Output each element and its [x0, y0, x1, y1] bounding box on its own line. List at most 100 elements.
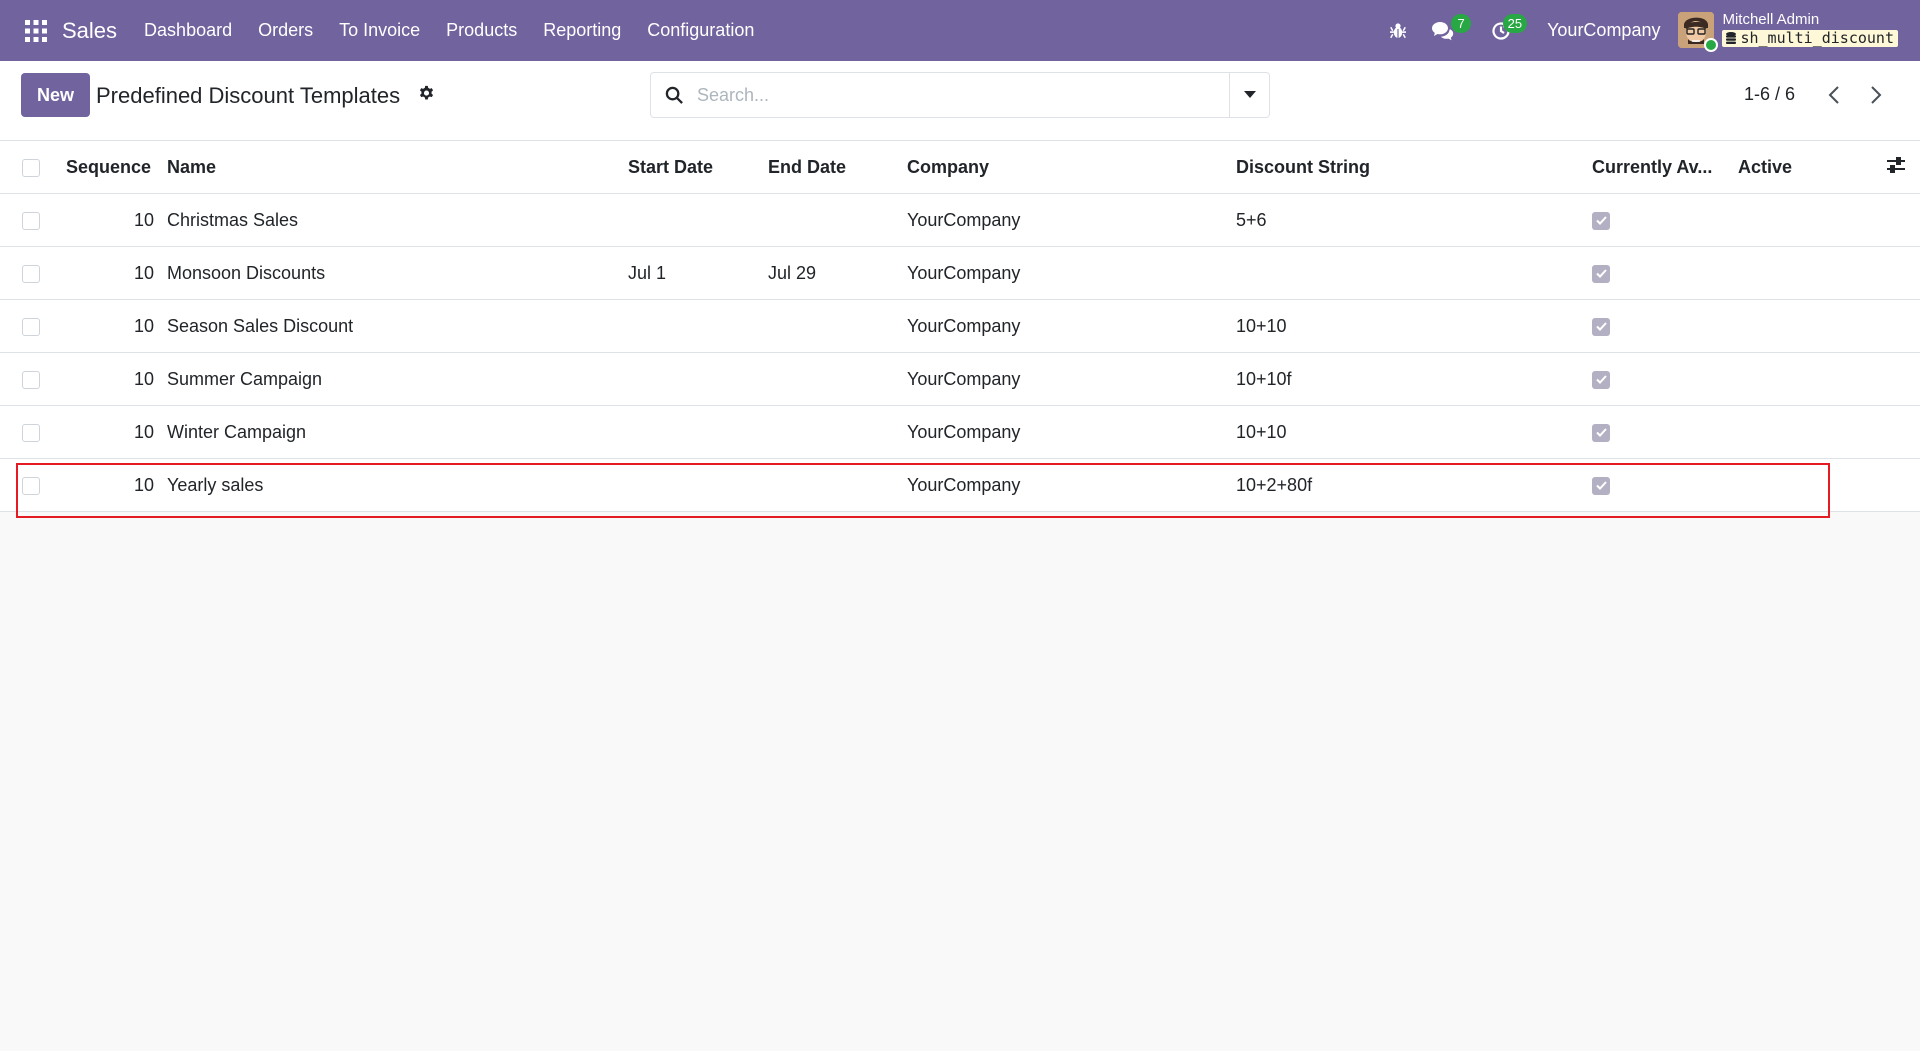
row-name: Winter Campaign	[167, 422, 307, 442]
table-row[interactable]: 10 Winter Campaign YourCompany 10+10	[0, 406, 1920, 459]
table-header: Sequence Name Start Date End Date Compan…	[0, 141, 1920, 194]
column-header-end-date[interactable]: End Date	[768, 141, 846, 194]
row-name: Christmas Sales	[167, 210, 299, 230]
app-name[interactable]: Sales	[62, 18, 117, 44]
check-icon	[1595, 428, 1607, 437]
column-header-sequence[interactable]: Sequence	[66, 141, 151, 194]
optional-columns-icon[interactable]	[1886, 156, 1906, 179]
search-bar	[650, 72, 1270, 118]
menu-products[interactable]: Products	[433, 0, 530, 61]
menu-dashboard[interactable]: Dashboard	[131, 0, 245, 61]
row-select-checkbox[interactable]	[22, 194, 40, 247]
row-discount-string: 10+10	[1236, 422, 1287, 442]
online-status-dot	[1704, 38, 1719, 53]
select-all-checkbox[interactable]	[22, 141, 40, 194]
activities-count-badge: 25	[1502, 14, 1528, 33]
activity-clock-icon[interactable]: 25	[1481, 0, 1528, 61]
table-row[interactable]: 10 Season Sales Discount YourCompany 10+…	[0, 300, 1920, 353]
apps-grid-icon[interactable]	[23, 18, 49, 44]
row-name: Yearly sales	[167, 475, 264, 495]
row-select-checkbox[interactable]	[22, 300, 40, 353]
menu-configuration[interactable]: Configuration	[634, 0, 767, 61]
row-sequence: 10	[133, 475, 154, 495]
row-currently-available-checkbox	[1592, 459, 1610, 512]
user-avatar	[1678, 12, 1719, 53]
user-menu[interactable]: Mitchell Admin sh_multi_discount	[1678, 12, 1898, 53]
page-title: Predefined Discount Templates	[96, 83, 401, 108]
column-header-name[interactable]: Name	[167, 141, 216, 194]
row-name: Monsoon Discounts	[167, 263, 326, 283]
row-currently-available-checkbox	[1592, 194, 1610, 247]
row-sequence: 10	[133, 210, 154, 230]
row-start-date: Jul 1	[628, 263, 667, 283]
check-icon	[1595, 216, 1607, 225]
row-company: YourCompany	[907, 422, 1021, 442]
database-badge: sh_multi_discount	[1722, 28, 1898, 48]
top-navbar: Sales Dashboard Orders To Invoice Produc…	[0, 0, 1920, 61]
row-select-checkbox[interactable]	[22, 247, 40, 300]
check-icon	[1595, 481, 1607, 490]
row-company: YourCompany	[907, 210, 1021, 230]
column-header-active[interactable]: Active	[1738, 141, 1792, 194]
menu-reporting[interactable]: Reporting	[530, 0, 634, 61]
check-icon	[1595, 269, 1607, 278]
pager-next-button[interactable]	[1864, 81, 1888, 109]
systray: 7 25 YourCompany Mitchell Admin sh_multi…	[1379, 0, 1920, 61]
table-row[interactable]: 10 Yearly sales YourCompany 10+2+80f	[0, 459, 1920, 512]
table-row[interactable]: 10 Monsoon Discounts Jul 1 Jul 29 YourCo…	[0, 247, 1920, 300]
row-company: YourCompany	[907, 263, 1021, 283]
list-view: Sequence Name Start Date End Date Compan…	[0, 141, 1920, 512]
user-name: Mitchell Admin	[1722, 10, 1820, 28]
row-company: YourCompany	[907, 369, 1021, 389]
column-header-currently-available[interactable]: Currently Av...	[1592, 141, 1712, 194]
row-currently-available-checkbox	[1592, 406, 1610, 459]
row-discount-string: 5+6	[1236, 210, 1267, 230]
column-header-discount-string[interactable]: Discount String	[1236, 141, 1370, 194]
row-currently-available-checkbox	[1592, 247, 1610, 300]
row-currently-available-checkbox	[1592, 300, 1610, 353]
row-discount-string: 10+2+80f	[1236, 475, 1313, 495]
row-sequence: 10	[133, 316, 154, 336]
search-options-toggle[interactable]	[1229, 73, 1269, 117]
pager-previous-button[interactable]	[1822, 81, 1846, 109]
row-name: Summer Campaign	[167, 369, 323, 389]
database-icon	[1726, 32, 1737, 45]
table-row[interactable]: 10 Summer Campaign YourCompany 10+10f	[0, 353, 1920, 406]
pager-value[interactable]: 1-6 / 6	[1744, 84, 1795, 105]
database-name: sh_multi_discount	[1740, 28, 1894, 47]
chevron-left-icon	[1828, 86, 1839, 104]
row-sequence: 10	[133, 422, 154, 442]
row-select-checkbox[interactable]	[22, 459, 40, 512]
row-discount-string: 10+10f	[1236, 369, 1292, 389]
gear-icon[interactable]	[418, 85, 435, 107]
menu-to-invoice[interactable]: To Invoice	[326, 0, 433, 61]
row-name: Season Sales Discount	[167, 316, 354, 336]
table-row[interactable]: 10 Christmas Sales YourCompany 5+6	[0, 194, 1920, 247]
row-company: YourCompany	[907, 475, 1021, 495]
chevron-right-icon	[1871, 86, 1882, 104]
row-currently-available-checkbox	[1592, 353, 1610, 406]
row-sequence: 10	[133, 369, 154, 389]
messages-count-badge: 7	[1451, 14, 1472, 33]
debug-bug-icon[interactable]	[1379, 0, 1417, 61]
menu-orders[interactable]: Orders	[245, 0, 326, 61]
row-sequence: 10	[133, 263, 154, 283]
row-company: YourCompany	[907, 316, 1021, 336]
user-info: Mitchell Admin sh_multi_discount	[1722, 12, 1898, 49]
control-panel: New Predefined Discount Templates 1-6 / …	[0, 61, 1920, 141]
column-header-company[interactable]: Company	[907, 141, 989, 194]
search-icon	[651, 86, 697, 105]
row-select-checkbox[interactable]	[22, 353, 40, 406]
messages-chat-icon[interactable]: 7	[1421, 0, 1472, 61]
check-icon	[1595, 375, 1607, 384]
row-select-checkbox[interactable]	[22, 406, 40, 459]
main-menu: Dashboard Orders To Invoice Products Rep…	[131, 0, 767, 61]
column-header-start-date[interactable]: Start Date	[628, 141, 713, 194]
check-icon	[1595, 322, 1607, 331]
new-button[interactable]: New	[21, 73, 90, 117]
row-end-date: Jul 29	[768, 263, 817, 283]
company-switcher[interactable]: YourCompany	[1547, 20, 1660, 41]
caret-down-icon	[1243, 91, 1256, 98]
search-input[interactable]	[697, 75, 1229, 115]
row-discount-string: 10+10	[1236, 316, 1287, 336]
